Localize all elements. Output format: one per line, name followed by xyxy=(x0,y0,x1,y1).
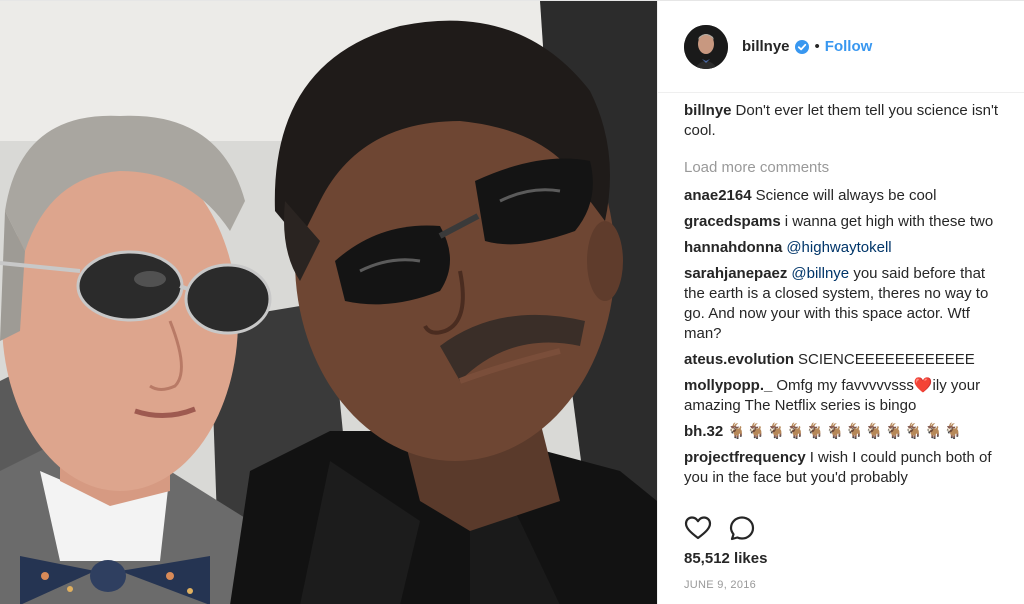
comment-item: mollypopp._ Omfg my favvvvvsss❤️ily your … xyxy=(684,376,1006,416)
comment-author[interactable]: projectfrequency xyxy=(684,449,806,466)
post-details-panel: billnye • Follow billnye Don't ever let t… xyxy=(657,1,1024,604)
comment-text: Science will always be cool xyxy=(755,187,937,204)
avatar-image xyxy=(684,24,728,69)
comment-author[interactable]: anae2164 xyxy=(684,187,752,204)
comment-item: sarahjanepaez @billnye you said before th… xyxy=(684,264,1006,344)
selfie-image xyxy=(0,1,657,604)
avatar[interactable] xyxy=(684,24,728,69)
comment-text: SCIENCEEEEEEEEEEEE xyxy=(798,351,975,368)
comment-button[interactable] xyxy=(728,514,756,542)
verified-badge-icon xyxy=(794,39,809,54)
post-date[interactable]: JUNE 9, 2016 xyxy=(684,579,756,591)
comment-item: anae2164 Science will always be cool xyxy=(684,186,1006,206)
heart-outline-icon xyxy=(684,516,712,540)
goat-emoji-icons: 🐐🐐🐐🐐🐐🐐🐐🐐🐐🐐🐐🐐 xyxy=(727,423,964,440)
comment-bubble-icon xyxy=(729,516,755,541)
comment-mention-link[interactable]: @highwaytokell xyxy=(786,239,891,256)
comment-text: Omfg my favvvvvsss xyxy=(776,377,914,394)
like-button[interactable] xyxy=(684,514,712,542)
comment-item: projectfrequency I wish I could punch bot… xyxy=(684,448,1006,488)
follow-button[interactable]: Follow xyxy=(825,38,873,55)
comment-item: gracedspams i wanna get high with these t… xyxy=(684,212,1006,232)
post-header: billnye • Follow xyxy=(658,1,1024,93)
comments-list: billnye Don't ever let them tell you scie… xyxy=(684,101,1006,501)
post-photo[interactable] xyxy=(0,1,657,604)
load-more-comments-link[interactable]: Load more comments xyxy=(684,158,1006,178)
comment-item: bh.32 🐐🐐🐐🐐🐐🐐🐐🐐🐐🐐🐐🐐 xyxy=(684,422,1006,442)
header-separator: • xyxy=(814,38,820,55)
comment-author[interactable]: ateus.evolution xyxy=(684,351,794,368)
post-caption: billnye Don't ever let them tell you scie… xyxy=(684,101,1006,141)
comment-author[interactable]: bh.32 xyxy=(684,423,723,440)
instagram-post: billnye • Follow billnye Don't ever let t… xyxy=(0,0,1024,604)
comment-item: ateus.evolution SCIENCEEEEEEEEEEEE xyxy=(684,350,1006,370)
comment-author[interactable]: sarahjanepaez xyxy=(684,265,787,282)
likes-count[interactable]: 85,512 likes xyxy=(684,550,767,567)
username-link[interactable]: billnye xyxy=(742,38,790,55)
comment-author[interactable]: hannahdonna xyxy=(684,239,782,256)
comment-text: i wanna get high with these two xyxy=(784,213,994,230)
comment-mention-link[interactable]: @billnye xyxy=(791,265,849,282)
comment-author[interactable]: mollypopp._ xyxy=(684,377,772,394)
caption-author[interactable]: billnye xyxy=(684,102,732,119)
comment-item: hannahdonna @highwaytokell xyxy=(684,238,1006,258)
post-actions xyxy=(684,513,772,543)
comment-author[interactable]: gracedspams xyxy=(684,213,781,230)
heart-emoji-icon: ❤️ xyxy=(913,377,933,394)
